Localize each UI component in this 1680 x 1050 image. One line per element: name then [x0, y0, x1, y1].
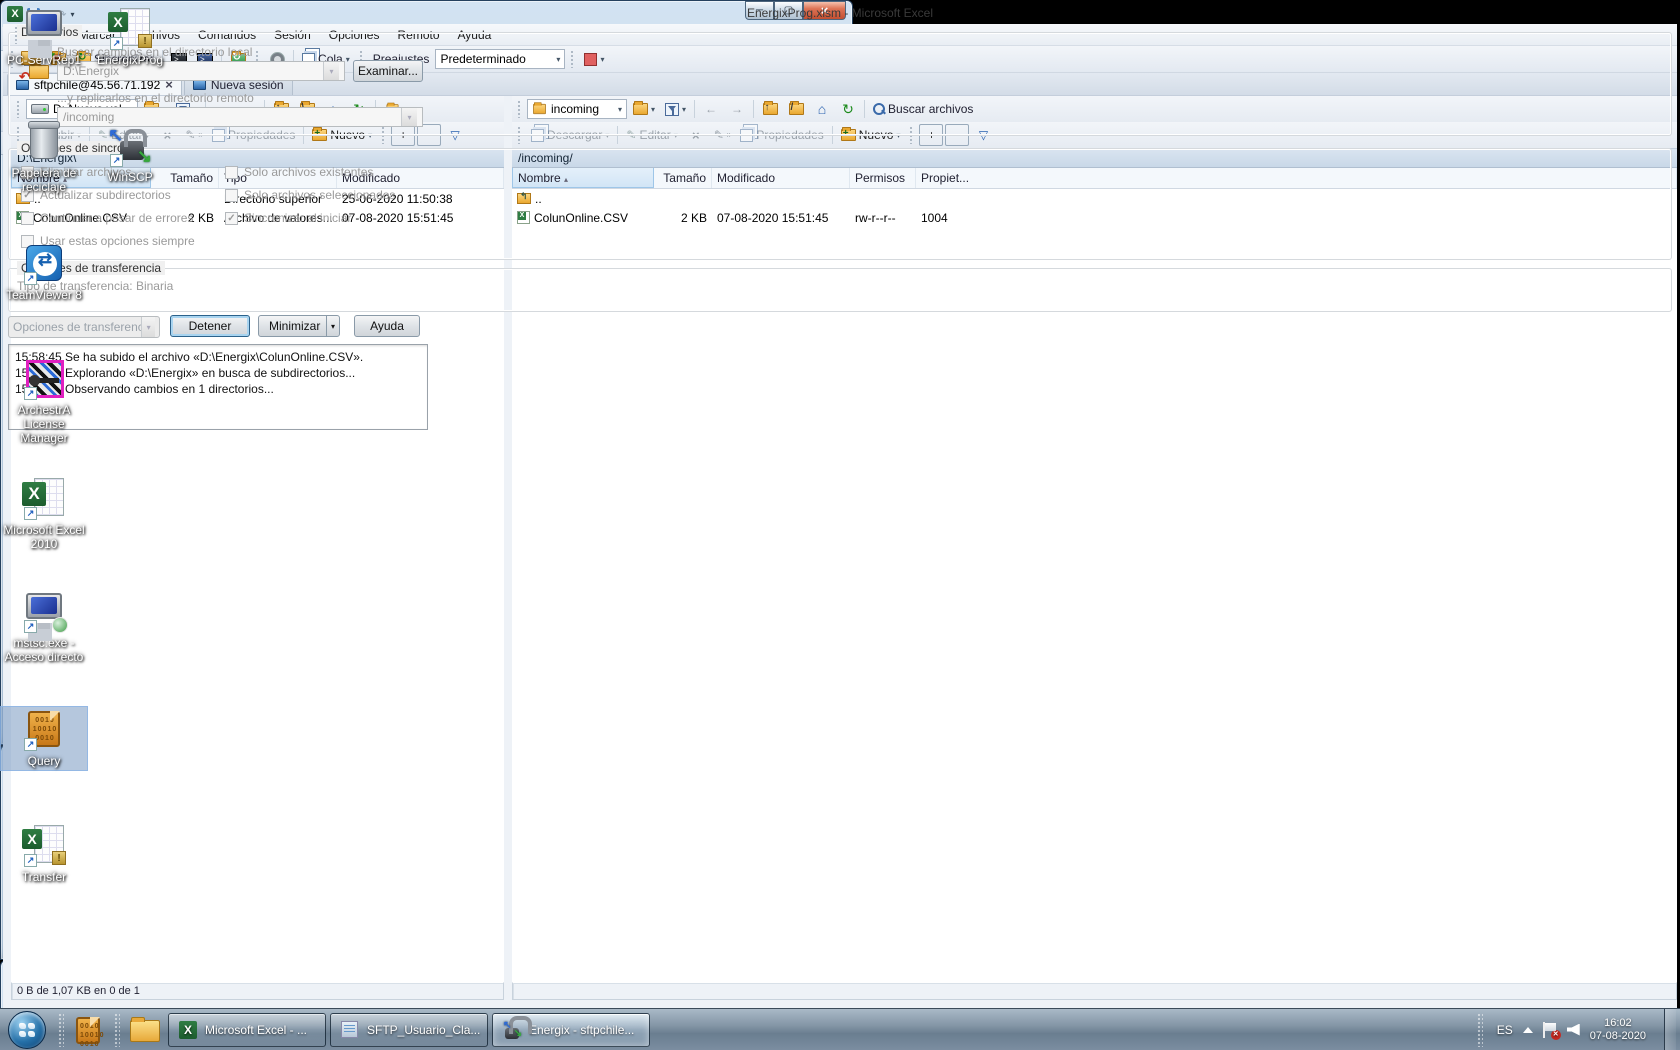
checkbox-icon [225, 189, 238, 202]
query-document-icon [22, 709, 66, 751]
start-button[interactable] [8, 1011, 46, 1049]
shortcut-arrow-icon [110, 37, 123, 50]
desktop-icon-excel-2010[interactable]: X Microsoft Excel 2010 [0, 475, 88, 554]
system-tray: ES ✕ 16:02 07-08-2020 [1473, 1009, 1680, 1050]
taskbar-grip[interactable] [114, 1013, 120, 1047]
shortcut-arrow-icon [24, 620, 37, 633]
alert-badge: ✕ [1551, 1030, 1561, 1040]
recycle-bin-icon [22, 121, 66, 163]
windows-logo-icon [19, 1023, 35, 1037]
sync-options-group: Opciones de sincronía Eliminar archivos … [8, 148, 1672, 260]
shortcut-arrow-icon [24, 272, 37, 285]
taskbar-grip[interactable] [1477, 1013, 1483, 1047]
show-hidden-icons-icon[interactable] [1523, 1027, 1533, 1033]
checkbox-solo-existentes[interactable]: Solo archivos existentes [225, 165, 373, 179]
excel-macro-file-icon: X! [22, 825, 66, 867]
pinned-query-icon[interactable] [74, 1015, 104, 1045]
winscp-icon: ↖↘ [503, 1020, 523, 1040]
checkbox-icon [225, 212, 238, 225]
close-button[interactable] [803, 1, 846, 20]
stop-button[interactable]: Detener [170, 315, 250, 337]
desktop-icon-label: TeamViewer 8 [1, 288, 87, 302]
volume-icon[interactable] [1567, 1024, 1580, 1036]
help-button[interactable]: Ayuda [354, 315, 420, 337]
checkbox-solo-seleccionados[interactable]: Solo archivos seleccionados [225, 188, 395, 202]
desktop-icon-transfer[interactable]: X! Transfer [0, 822, 88, 887]
shortcut-arrow-icon [24, 387, 37, 400]
desktop-icon-label: Microsoft Excel 2010 [1, 523, 87, 551]
excel-icon: X [179, 1020, 199, 1040]
excel-macro-file-icon: X! [108, 8, 152, 50]
dropdown-icon [141, 317, 155, 337]
computer-icon [22, 8, 66, 50]
taskbar-button-notepad[interactable]: SFTP_Usuario_Cla... [330, 1013, 488, 1047]
checkbox-icon [225, 166, 238, 179]
checkbox-continuar-errores[interactable]: Continuar a pesar de errores [21, 211, 193, 225]
desktop-icon-energixprog[interactable]: X! EnergixProg [86, 5, 174, 70]
transfer-options-group: Opciones de transferencia Tipo de transf… [8, 268, 1672, 312]
dropdown-icon [323, 62, 339, 80]
desktop-icon-archestra[interactable]: ArchestrA License Manager [0, 355, 88, 448]
minimize-button[interactable] [745, 1, 774, 20]
browse-button[interactable]: Examinar... [353, 60, 423, 82]
minimize-dropdown-icon[interactable] [326, 316, 339, 336]
desktop-icon-teamviewer[interactable]: TeamViewer 8 [0, 240, 88, 305]
desktop-icon-label: Papelera de reciclaje [1, 166, 87, 194]
taskbar-button-winscp[interactable]: ↖↘ Energix - sftpchile... [492, 1013, 650, 1047]
desktop-icon-label: EnergixProg [87, 53, 173, 67]
pinned-explorer-icon[interactable] [130, 1015, 160, 1045]
desktop: { "desktop": { "icons": [ {"label": "PC-… [0, 0, 1680, 1050]
taskbar-grip[interactable] [58, 1013, 64, 1047]
remote-panel-status [512, 982, 1677, 1000]
desktop-icon-label: ArchestrA License Manager [1, 403, 87, 445]
shortcut-arrow-icon [24, 738, 37, 751]
desktop-icon-mstsc[interactable]: mstsc.exe - Acceso directo [0, 588, 88, 667]
desktop-icon-pc-servrep1[interactable]: PC-ServRep1 [0, 5, 88, 70]
language-indicator[interactable]: ES [1497, 1023, 1513, 1037]
action-center-flag-icon[interactable]: ✕ [1543, 1022, 1557, 1038]
clock[interactable]: 16:02 07-08-2020 [1590, 1017, 1646, 1043]
desktop-icon-query[interactable]: Query [0, 706, 88, 771]
transfer-options-button[interactable]: Opciones de transferencia... [8, 316, 160, 338]
maximize-button[interactable] [774, 1, 803, 20]
shortcut-arrow-icon [110, 154, 123, 167]
desktop-icon-recycle-bin[interactable]: Papelera de reciclaje [0, 118, 88, 197]
dropdown-icon [401, 108, 417, 126]
desktop-icon-label: PC-ServRep1 [1, 53, 87, 67]
tray-date: 07-08-2020 [1590, 1030, 1646, 1043]
shortcut-arrow-icon [24, 854, 37, 867]
show-desktop-button[interactable] [1664, 1009, 1676, 1050]
taskbar-button-excel[interactable]: X Microsoft Excel - ... [168, 1013, 326, 1047]
tray-time: 16:02 [1590, 1017, 1646, 1030]
checkbox-sincronizar-iniciar[interactable]: Sincronizar al iniciar [225, 211, 351, 225]
desktop-icon-label: mstsc.exe - Acceso directo [1, 636, 87, 664]
remote-desktop-icon [22, 591, 66, 633]
excel-icon: X [22, 478, 66, 520]
desktop-icon-label: Transfer [1, 870, 87, 884]
winscp-lock-icon: ↖↘ [108, 125, 152, 167]
notepad-icon [341, 1020, 361, 1040]
archestra-icon [22, 358, 66, 400]
local-panel-status: 0 B de 1,07 KB en 0 de 1 [11, 982, 504, 1000]
directories-group: Directorios ↷↶ Buscar cambios en el dire… [8, 32, 1672, 136]
minimize-dialog-button[interactable]: Minimizar [258, 315, 340, 337]
desktop-icon-winscp[interactable]: ↖↘ WinSCP [86, 122, 174, 187]
desktop-icon-label: Query [1, 754, 87, 768]
desktop-icon-label: WinSCP [87, 170, 173, 184]
checkbox-icon [21, 212, 34, 225]
teamviewer-icon [22, 243, 66, 285]
shortcut-arrow-icon [24, 507, 37, 520]
taskbar: X Microsoft Excel - ... SFTP_Usuario_Cla… [0, 1008, 1680, 1050]
remote-dir-label: ...y replicarlos en el directorio remoto [57, 91, 254, 105]
excel-window-controls [745, 1, 846, 20]
